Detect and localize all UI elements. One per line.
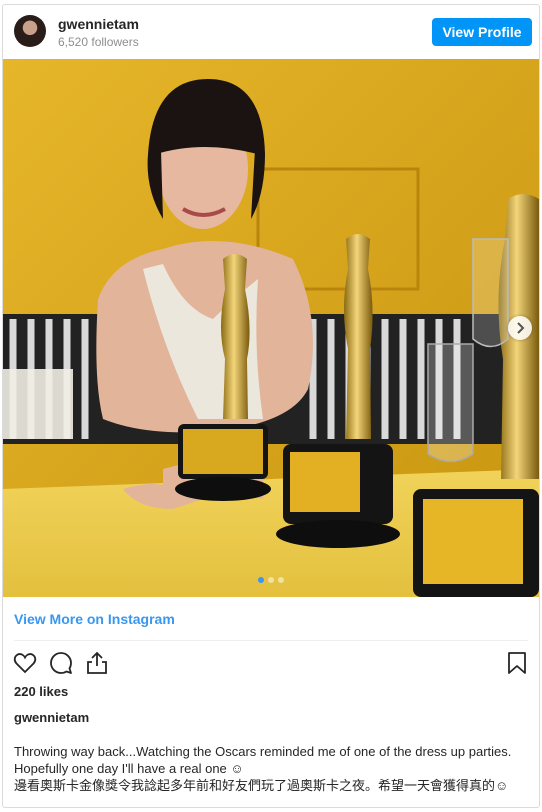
comment-icon [50,652,72,674]
comment-button[interactable] [47,649,75,677]
follower-count: 6,520 followers [58,35,139,49]
like-button[interactable] [11,649,39,677]
carousel-indicator [258,577,284,583]
likes-count: 220 likes [14,684,69,699]
post-photo[interactable] [3,59,539,597]
carousel-dot [258,577,264,583]
username[interactable]: gwennietam [58,16,139,32]
action-bar [11,649,111,675]
view-more-link[interactable]: View More on Instagram [14,611,175,627]
avatar[interactable] [14,15,46,47]
divider [14,640,528,641]
caption-username[interactable]: gwennietam [14,710,89,725]
carousel-next-button[interactable] [508,316,532,340]
bookmark-icon [508,652,526,674]
share-icon [87,651,107,674]
photo-illustration [3,59,539,597]
carousel-dot [268,577,274,583]
caption-text: Throwing way back...Watching the Oscars … [14,744,512,793]
view-profile-button[interactable]: View Profile [432,18,532,46]
heart-icon [13,653,37,674]
save-button[interactable] [504,649,530,677]
share-button[interactable] [83,649,111,677]
chevron-right-icon [517,322,525,334]
post-header: gwennietam 6,520 followers View Profile [3,5,539,59]
instagram-embed-card: gwennietam 6,520 followers View Profile [2,4,540,808]
carousel-dot [278,577,284,583]
